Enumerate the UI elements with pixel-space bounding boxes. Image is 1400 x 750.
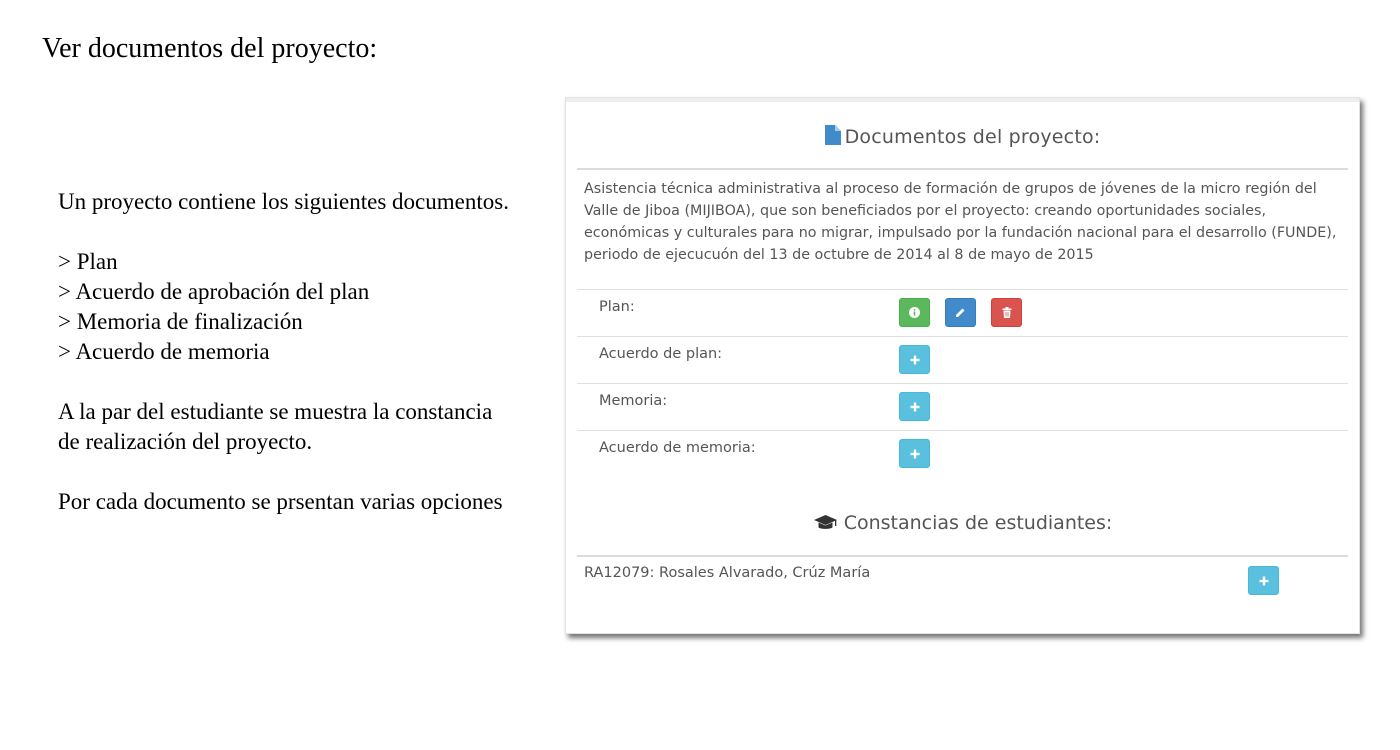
panel-title: Documentos del proyecto:: [566, 125, 1359, 150]
students-title-text: Constancias de estudiantes:: [843, 512, 1113, 534]
student-row: RA12079: Rosales Alvarado, Crúz María: [577, 557, 1348, 607]
edit-button[interactable]: [945, 298, 976, 327]
info-icon: [909, 303, 920, 322]
plus-icon: [1259, 571, 1269, 590]
student-name: RA12079: Rosales Alvarado, Crúz María: [584, 565, 871, 581]
add-document-button[interactable]: [899, 345, 930, 374]
delete-button[interactable]: [991, 298, 1022, 327]
documents-panel: Documentos del proyecto: Asistencia técn…: [565, 97, 1360, 634]
plus-icon: [910, 444, 920, 463]
graduation-cap-icon: [813, 514, 838, 537]
document-label: Acuerdo de plan:: [599, 346, 723, 362]
panel-top-border: [566, 98, 1359, 102]
description-note: de realización del proyecto.: [58, 429, 313, 454]
document-label: Plan:: [599, 299, 635, 315]
document-row-acuerdo-plan: Acuerdo de plan:: [577, 336, 1348, 382]
pencil-icon: [955, 303, 966, 322]
description-note: A la par del estudiante se muestra la co…: [58, 399, 493, 424]
document-list-item: > Acuerdo de memoria: [58, 339, 270, 364]
view-info-button[interactable]: [899, 298, 930, 327]
plus-icon: [910, 397, 920, 416]
document-row-memoria: Memoria:: [577, 383, 1348, 429]
plus-icon: [910, 350, 920, 369]
trash-icon: [1002, 303, 1012, 322]
document-row-plan: Plan:: [577, 289, 1348, 335]
document-label: Acuerdo de memoria:: [599, 440, 756, 456]
page-title: Ver documentos del proyecto:: [42, 33, 378, 64]
document-label: Memoria:: [599, 393, 668, 409]
add-document-button[interactable]: [899, 439, 930, 468]
document-row-acuerdo-memoria: Acuerdo de memoria:: [577, 430, 1348, 476]
description-options: Por cada documento se prsentan varias op…: [58, 489, 503, 514]
divider: [577, 168, 1348, 170]
students-section-title: Constancias de estudiantes:: [566, 512, 1359, 537]
add-document-button[interactable]: [899, 392, 930, 421]
file-icon: [824, 125, 841, 150]
document-list-item: > Acuerdo de aprobación del plan: [58, 279, 370, 304]
document-list-item: > Memoria de finalización: [58, 309, 303, 334]
project-description: Asistencia técnica administrativa al pro…: [584, 181, 1337, 263]
document-list-item: > Plan: [58, 249, 118, 274]
add-constancia-button[interactable]: [1248, 566, 1279, 595]
document-actions: [899, 298, 1022, 327]
description-text: Un proyecto contiene los siguientes docu…: [58, 187, 558, 517]
description-intro: Un proyecto contiene los siguientes docu…: [58, 189, 509, 214]
panel-title-text: Documentos del proyecto:: [844, 126, 1101, 148]
